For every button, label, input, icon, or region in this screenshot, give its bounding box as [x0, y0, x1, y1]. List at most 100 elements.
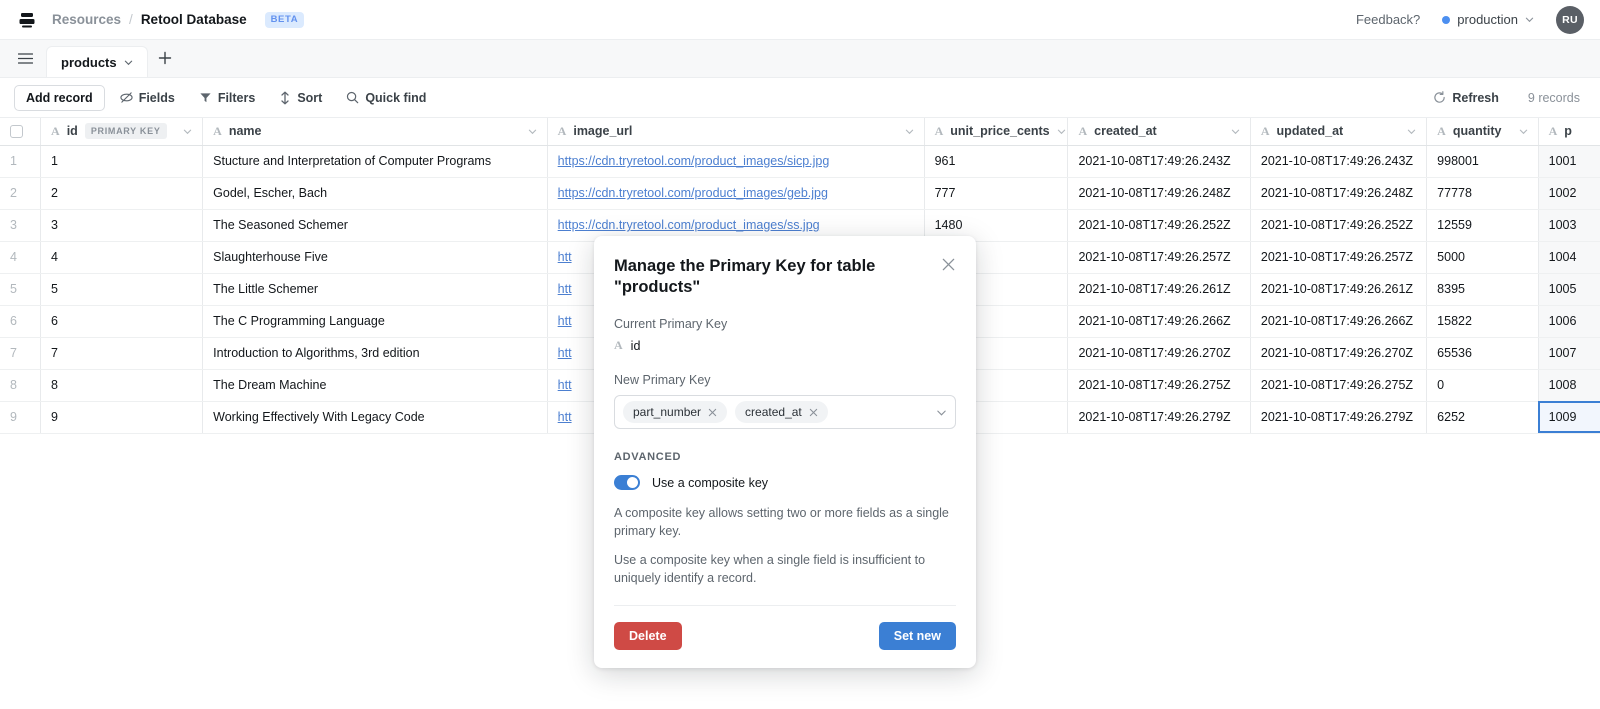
chevron-down-icon[interactable]	[905, 127, 914, 136]
cell-id[interactable]: 8	[40, 369, 204, 402]
column-header-unit-price-cents[interactable]: A unit_price_cents	[924, 118, 1069, 146]
cell-updated-at[interactable]: 2021-10-08T17:49:26.243Z	[1250, 145, 1428, 178]
image-url-link[interactable]: https://cdn.tryretool.com/product_images…	[558, 154, 830, 168]
cell-id[interactable]: 9	[40, 401, 204, 434]
image-url-link[interactable]: htt	[558, 378, 572, 392]
cell-quantity[interactable]: 5000	[1426, 241, 1539, 274]
column-header-name[interactable]: A name	[202, 118, 548, 146]
avatar[interactable]: RU	[1556, 5, 1584, 34]
cell-quantity[interactable]: 8395	[1426, 273, 1539, 306]
breadcrumb-resources[interactable]: Resources	[52, 12, 121, 27]
delete-button[interactable]: Delete	[614, 621, 682, 650]
cell-quantity[interactable]: 15822	[1426, 305, 1539, 338]
environment-selector[interactable]: production	[1442, 12, 1534, 27]
table-row[interactable]: 2 2 Godel, Escher, Bach https://cdn.tryr…	[0, 177, 1600, 210]
chevron-down-icon[interactable]	[1519, 127, 1528, 136]
cell-part-number[interactable]: 1003	[1538, 209, 1600, 242]
cell-unit-price-cents[interactable]: 777	[924, 177, 1069, 210]
chevron-down-icon[interactable]	[1407, 127, 1416, 136]
cell-quantity[interactable]: 12559	[1426, 209, 1539, 242]
cell-id[interactable]: 2	[40, 177, 204, 210]
cell-updated-at[interactable]: 2021-10-08T17:49:26.270Z	[1250, 337, 1428, 370]
select-all-checkbox[interactable]	[10, 125, 23, 139]
cell-quantity[interactable]: 65536	[1426, 337, 1539, 370]
cell-updated-at[interactable]: 2021-10-08T17:49:26.261Z	[1250, 273, 1428, 306]
cell-part-number[interactable]: 1007	[1538, 337, 1600, 370]
cell-image-url[interactable]: https://cdn.tryretool.com/product_images…	[547, 177, 925, 210]
cell-quantity[interactable]: 998001	[1426, 145, 1539, 178]
cell-updated-at[interactable]: 2021-10-08T17:49:26.252Z	[1250, 209, 1428, 242]
cell-part-number[interactable]: 1002	[1538, 177, 1600, 210]
cell-id[interactable]: 6	[40, 305, 204, 338]
cell-name[interactable]: Stucture and Interpretation of Computer …	[202, 145, 548, 178]
cell-name[interactable]: Working Effectively With Legacy Code	[202, 401, 548, 434]
close-icon[interactable]	[933, 256, 956, 272]
cell-part-number[interactable]: 1004	[1538, 241, 1600, 274]
add-record-button[interactable]: Add record	[14, 84, 105, 111]
cell-created-at[interactable]: 2021-10-08T17:49:26.266Z	[1067, 305, 1251, 338]
sort-button[interactable]: Sort	[270, 86, 331, 110]
cell-part-number[interactable]: 1006	[1538, 305, 1600, 338]
cell-quantity[interactable]: 6252	[1426, 401, 1539, 434]
cell-id[interactable]: 3	[40, 209, 204, 242]
column-header-id[interactable]: A id PRIMARY KEY	[40, 118, 204, 146]
hamburger-icon[interactable]	[8, 39, 42, 77]
cell-id[interactable]: 5	[40, 273, 204, 306]
quick-find-button[interactable]: Quick find	[337, 86, 435, 110]
column-header-updated-at[interactable]: A updated_at	[1250, 118, 1428, 146]
remove-tag-icon[interactable]	[708, 408, 717, 417]
selected-field-tag[interactable]: part_number	[623, 401, 728, 424]
column-header-image-url[interactable]: A image_url	[547, 118, 925, 146]
composite-key-toggle-row[interactable]: Use a composite key	[614, 475, 956, 491]
cell-name[interactable]: Godel, Escher, Bach	[202, 177, 548, 210]
column-header-created-at[interactable]: A created_at	[1067, 118, 1251, 146]
chevron-down-icon[interactable]	[528, 127, 537, 136]
chevron-down-icon[interactable]	[1231, 127, 1240, 136]
image-url-link[interactable]: htt	[558, 250, 572, 264]
image-url-link[interactable]: https://cdn.tryretool.com/product_images…	[558, 218, 820, 232]
cell-name[interactable]: Introduction to Algorithms, 3rd edition	[202, 337, 548, 370]
cell-updated-at[interactable]: 2021-10-08T17:49:26.275Z	[1250, 369, 1428, 402]
cell-created-at[interactable]: 2021-10-08T17:49:26.279Z	[1067, 401, 1251, 434]
cell-name[interactable]: The Seasoned Schemer	[202, 209, 548, 242]
cell-id[interactable]: 7	[40, 337, 204, 370]
chevron-down-icon[interactable]	[124, 58, 133, 67]
cell-unit-price-cents[interactable]: 961	[924, 145, 1069, 178]
column-header-part-number[interactable]: A p	[1538, 118, 1600, 146]
cell-updated-at[interactable]: 2021-10-08T17:49:26.279Z	[1250, 401, 1428, 434]
add-tab-button[interactable]	[148, 39, 182, 77]
cell-created-at[interactable]: 2021-10-08T17:49:26.243Z	[1067, 145, 1251, 178]
cell-created-at[interactable]: 2021-10-08T17:49:26.257Z	[1067, 241, 1251, 274]
column-header-quantity[interactable]: A quantity	[1426, 118, 1539, 146]
cell-updated-at[interactable]: 2021-10-08T17:49:26.248Z	[1250, 177, 1428, 210]
cell-created-at[interactable]: 2021-10-08T17:49:26.248Z	[1067, 177, 1251, 210]
select-all-header[interactable]	[0, 118, 42, 146]
cell-id[interactable]: 1	[40, 145, 204, 178]
cell-quantity[interactable]: 77778	[1426, 177, 1539, 210]
cell-part-number[interactable]: 1001	[1538, 145, 1600, 178]
remove-tag-icon[interactable]	[809, 408, 818, 417]
filters-button[interactable]: Filters	[190, 86, 265, 110]
fields-button[interactable]: Fields	[111, 86, 184, 110]
chevron-down-icon[interactable]	[1057, 127, 1066, 136]
image-url-link[interactable]: htt	[558, 346, 572, 360]
image-url-link[interactable]: htt	[558, 314, 572, 328]
feedback-link[interactable]: Feedback?	[1356, 12, 1420, 27]
cell-created-at[interactable]: 2021-10-08T17:49:26.252Z	[1067, 209, 1251, 242]
cell-name[interactable]: Slaughterhouse Five	[202, 241, 548, 274]
cell-part-number-selected[interactable]: 1009	[1538, 401, 1600, 434]
cell-image-url[interactable]: https://cdn.tryretool.com/product_images…	[547, 145, 925, 178]
table-row[interactable]: 1 1 Stucture and Interpretation of Compu…	[0, 145, 1600, 178]
image-url-link[interactable]: htt	[558, 282, 572, 296]
cell-id[interactable]: 4	[40, 241, 204, 274]
cell-name[interactable]: The Little Schemer	[202, 273, 548, 306]
image-url-link[interactable]: htt	[558, 410, 572, 424]
cell-created-at[interactable]: 2021-10-08T17:49:26.261Z	[1067, 273, 1251, 306]
tab-products[interactable]: products	[46, 46, 148, 77]
refresh-button[interactable]: Refresh	[1424, 86, 1508, 110]
cell-quantity[interactable]: 0	[1426, 369, 1539, 402]
set-new-button[interactable]: Set new	[878, 621, 956, 650]
new-primary-key-select[interactable]: part_number created_at	[614, 395, 956, 430]
cell-name[interactable]: The Dream Machine	[202, 369, 548, 402]
composite-key-toggle[interactable]	[614, 475, 640, 491]
